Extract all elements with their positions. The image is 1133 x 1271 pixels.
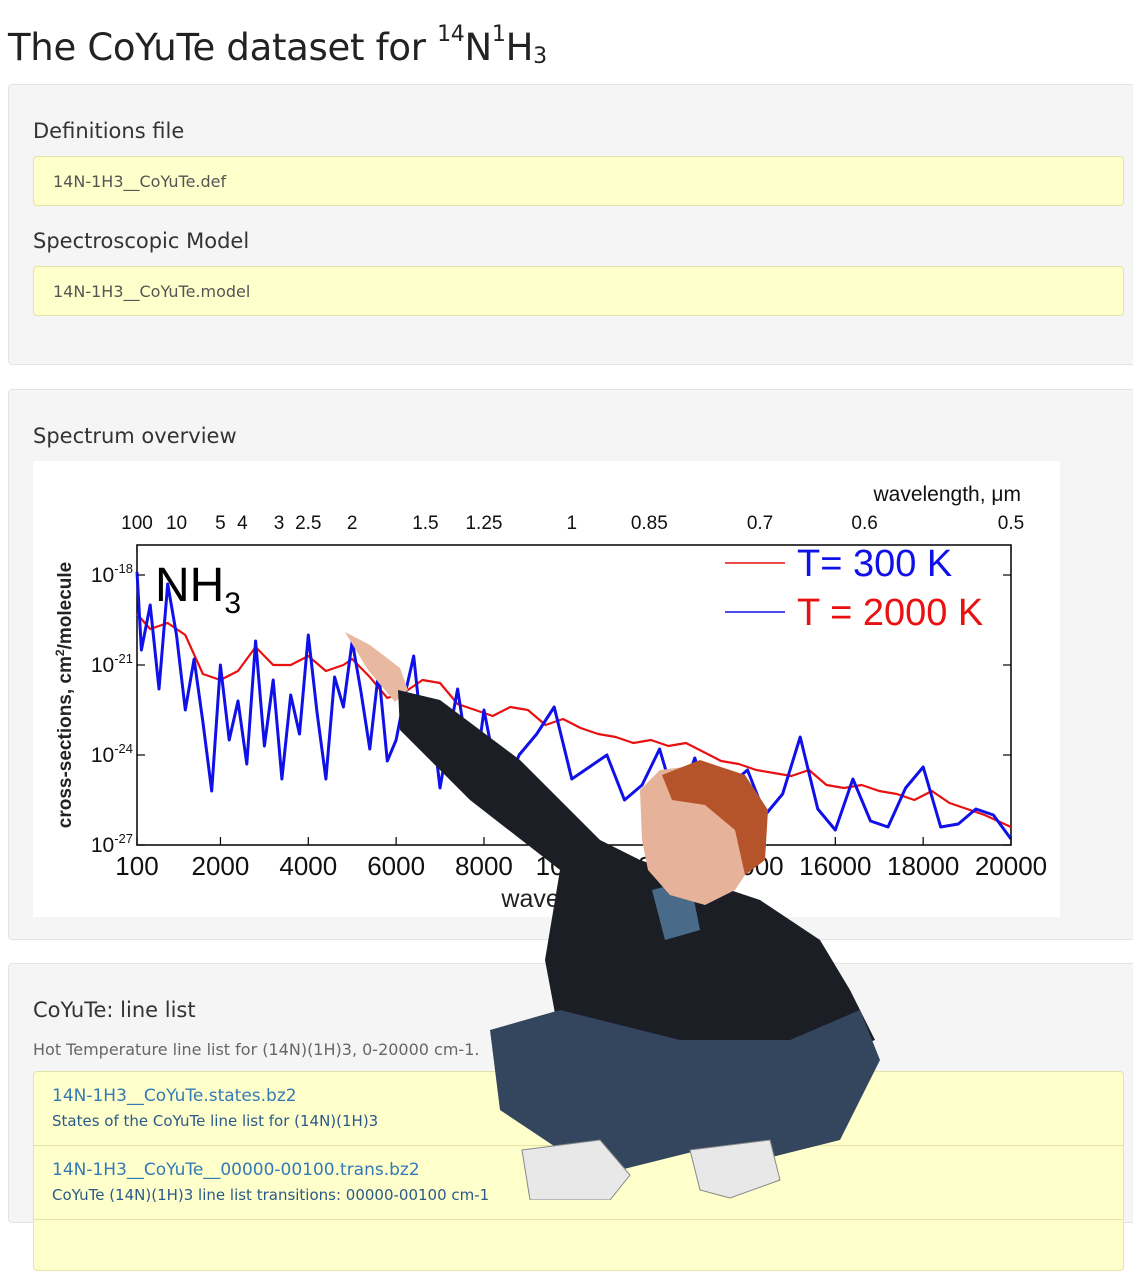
legend-label: T= 300 K [797, 543, 952, 585]
top-tick-label: 0.6 [851, 513, 877, 534]
states-file-description: States of the CoYuTe line list for (14N)… [52, 1112, 379, 1130]
page-title: The CoYuTe dataset for 14N1H3 [8, 22, 547, 69]
files-panel: Definitions file 14N-1H3__CoYuTe.def Spe… [8, 84, 1133, 365]
linelist-label: CoYuTe: line list [33, 998, 196, 1022]
top-tick-label: 100 [121, 513, 153, 534]
y-tick-label: 10-18 [91, 561, 133, 587]
definitions-label: Definitions file [33, 119, 185, 143]
linelist-panel: CoYuTe: line list Hot Temperature line l… [8, 963, 1133, 1271]
top-tick-label: 10 [166, 513, 187, 534]
list-item: 14N-1H3__CoYuTe.states.bz2 States of the… [34, 1072, 1123, 1146]
trans-file-description: CoYuTe (14N)(1H)3 line list transitions:… [52, 1186, 490, 1204]
top-tick-label: 4 [237, 513, 248, 534]
x-tick-label: 8000 [455, 851, 513, 881]
x-tick-label: 20000 [975, 851, 1047, 881]
top-tick-label: 2 [347, 513, 358, 534]
list-item: 14N-1H3__CoYuTe__00000-00100.trans.bz2 C… [34, 1146, 1123, 1220]
legend-label: T = 2000 K [797, 592, 983, 634]
top-axis-label: wavelength, μm [872, 483, 1021, 506]
linelist-description: Hot Temperature line list for (14N)(1H)3… [33, 1040, 480, 1059]
y-tick-label: 10-24 [91, 741, 133, 767]
x-tick-label: 18000 [887, 851, 959, 881]
top-tick-label: 1.5 [412, 513, 438, 534]
x-tick-label: 10000 [536, 851, 608, 881]
spectrum-panel: Spectrum overview wavelength, μm 100 10 5 4… [8, 389, 1133, 940]
y-tick-label: 10-21 [91, 651, 133, 677]
model-file[interactable]: 14N-1H3__CoYuTe.model [33, 266, 1124, 316]
states-file-link[interactable]: 14N-1H3__CoYuTe.states.bz2 [52, 1086, 1123, 1106]
spectrum-label: Spectrum overview [33, 424, 237, 448]
linelist-files: 14N-1H3__CoYuTe.states.bz2 States of the… [33, 1071, 1124, 1271]
plot-frame [136, 544, 1012, 846]
definitions-file[interactable]: 14N-1H3__CoYuTe.def [33, 156, 1124, 206]
x-tick-label: 2000 [192, 851, 250, 881]
top-tick-label: 1.25 [465, 513, 502, 534]
top-tick-label: 5 [215, 513, 226, 534]
x-tick-label: 4000 [279, 851, 337, 881]
trans-file-link[interactable]: 14N-1H3__CoYuTe__00000-00100.trans.bz2 [52, 1160, 1123, 1180]
top-tick-label: 1 [567, 513, 578, 534]
top-tick-label: 2.5 [295, 513, 321, 534]
x-tick-label: 6000 [367, 851, 425, 881]
x-tick-label: 16000 [799, 851, 871, 881]
y-axis-label: cross-sections, cm2/molecule [53, 562, 76, 828]
model-label: Spectroscopic Model [33, 229, 250, 253]
top-tick-label: 0.7 [747, 513, 773, 534]
x-axis-label: wavenumber [500, 885, 644, 913]
spectrum-chart: wavelength, μm 100 10 5 4 3 2.5 2 1.5 1.25 1 0.85 0… [33, 461, 1060, 917]
top-tick-label: 0.5 [998, 513, 1024, 534]
top-tick-label: 0.85 [631, 513, 668, 534]
x-tick-label: 14000 [711, 851, 783, 881]
x-tick-label: 12000 [623, 851, 695, 881]
x-tick-label: 100 [115, 851, 158, 881]
top-tick-label: 3 [274, 513, 285, 534]
